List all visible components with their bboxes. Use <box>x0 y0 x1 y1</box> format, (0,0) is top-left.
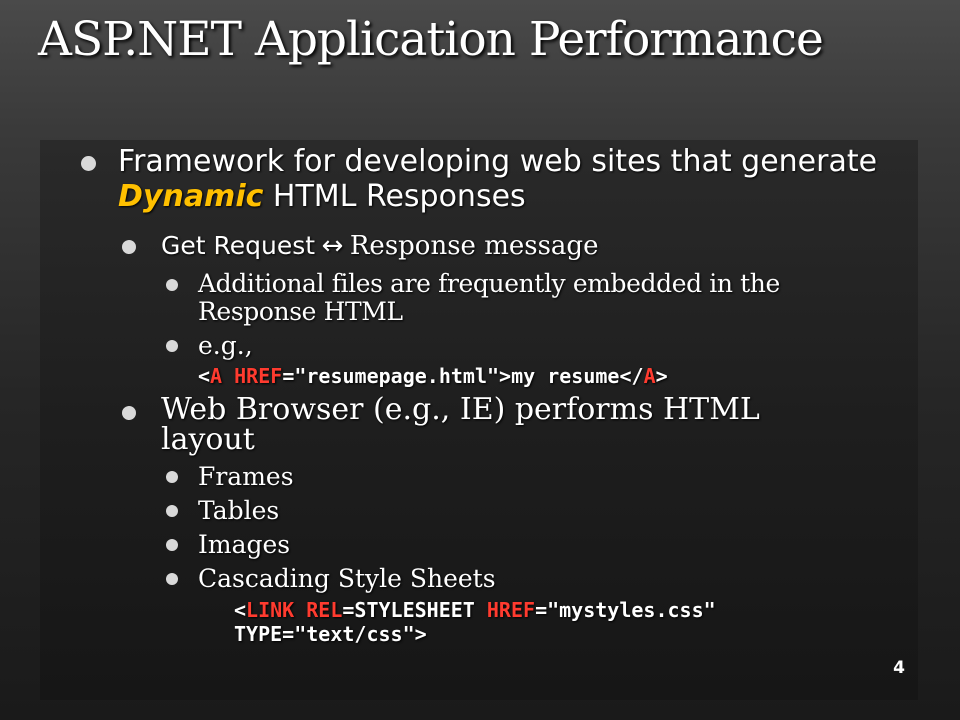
bullet-dot <box>166 279 178 291</box>
code-text: < <box>234 598 247 622</box>
code-keyword: HREF <box>234 364 283 388</box>
bullet-additional-files: Additional files are frequently embedded… <box>198 269 780 326</box>
bullet-dot <box>166 471 178 483</box>
slide-title: ASP.NET Application Performance <box>38 12 824 67</box>
code-text: ="mystyles.css" <box>535 598 716 622</box>
bullet-css: Cascading Style Sheets <box>198 564 496 593</box>
code-keyword: LINK <box>246 598 295 622</box>
code-text: > <box>655 364 668 388</box>
code-text: < <box>198 364 211 388</box>
code-text: =STYLESHEET <box>342 598 487 622</box>
code-link-example: <LINK REL=STYLESHEET HREF="mystyles.css"… <box>234 598 874 646</box>
framework-suffix: HTML Responses <box>263 179 526 214</box>
page-number: 4 <box>893 658 905 678</box>
get-request-text: Get Request <box>161 231 316 260</box>
framework-prefix: Framework for developing web sites that … <box>118 144 878 179</box>
bullet-eg: e.g., <box>198 331 253 360</box>
code-text: TYPE <box>234 622 283 646</box>
code-text: my resume <box>511 364 620 388</box>
bidirectional-arrow-icon: ↔ <box>321 231 344 261</box>
code-text: ="resumepage.html"> <box>282 364 512 388</box>
bullet-get-request: Get Request ↔ Response message <box>161 230 598 262</box>
bullet-web-browser: Web Browser (e.g., IE) performs HTML lay… <box>161 392 760 457</box>
code-keyword: A <box>643 364 656 388</box>
code-keyword: A <box>210 364 223 388</box>
bullet-dot <box>166 573 178 585</box>
bullet-tables: Tables <box>198 496 280 525</box>
response-message-text: Response message <box>349 231 599 261</box>
bullet-dot <box>166 505 178 517</box>
bullet-framework: Framework for developing web sites that … <box>118 144 898 214</box>
bullet-dot <box>122 406 136 420</box>
bullet-dot <box>122 240 136 254</box>
bullet-dot <box>166 539 178 551</box>
bullet-images: Images <box>198 530 291 559</box>
code-anchor-example: <A HREF="resumepage.html">my resume</A> <box>198 364 668 388</box>
code-keyword: HREF <box>486 598 536 622</box>
code-keyword: REL <box>306 598 343 622</box>
code-text: </ <box>619 364 644 388</box>
dynamic-emphasis: Dynamic <box>118 179 264 214</box>
bullet-dot <box>166 340 178 352</box>
bullet-frames: Frames <box>198 462 294 491</box>
code-text: ="text/css"> <box>282 622 427 646</box>
bullet-dot <box>81 156 96 171</box>
